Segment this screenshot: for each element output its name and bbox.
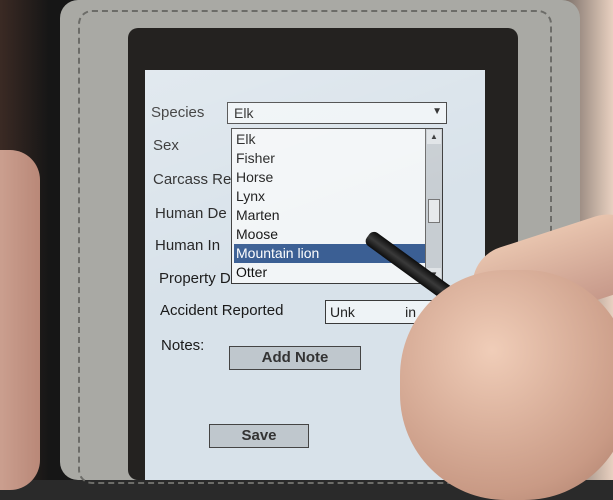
species-label: Species: [151, 104, 205, 121]
list-item[interactable]: Horse: [234, 168, 428, 187]
save-button[interactable]: Save: [209, 424, 309, 448]
list-item[interactable]: Elk: [234, 130, 428, 149]
sex-label: Sex: [153, 137, 179, 154]
list-scrollbar[interactable]: ▲ ▼: [425, 129, 442, 283]
list-item[interactable]: Marten: [234, 206, 428, 225]
accident-reported-value-right: in: [405, 304, 416, 320]
property-label: Property D: [159, 270, 231, 287]
chevron-down-icon[interactable]: ▼: [432, 106, 442, 117]
list-item[interactable]: Moose: [234, 225, 428, 244]
human-de-label: Human De: [155, 205, 227, 222]
list-item[interactable]: Lynx: [234, 187, 428, 206]
species-select[interactable]: Elk ▼: [227, 102, 447, 124]
accident-reported-label: Accident Reported: [160, 302, 284, 319]
accident-reported-value: Unk: [330, 304, 355, 320]
thumb: [400, 270, 613, 500]
scroll-up-icon[interactable]: ▲: [427, 130, 441, 144]
left-finger: [0, 150, 40, 490]
notes-label: Notes:: [161, 337, 205, 354]
species-select-value: Elk: [234, 105, 254, 121]
list-item[interactable]: Fisher: [234, 149, 428, 168]
scroll-thumb[interactable]: [428, 199, 440, 223]
carcass-label: Carcass Re: [153, 171, 232, 188]
human-in-label: Human In: [155, 237, 221, 254]
add-note-button[interactable]: Add Note: [229, 346, 361, 370]
